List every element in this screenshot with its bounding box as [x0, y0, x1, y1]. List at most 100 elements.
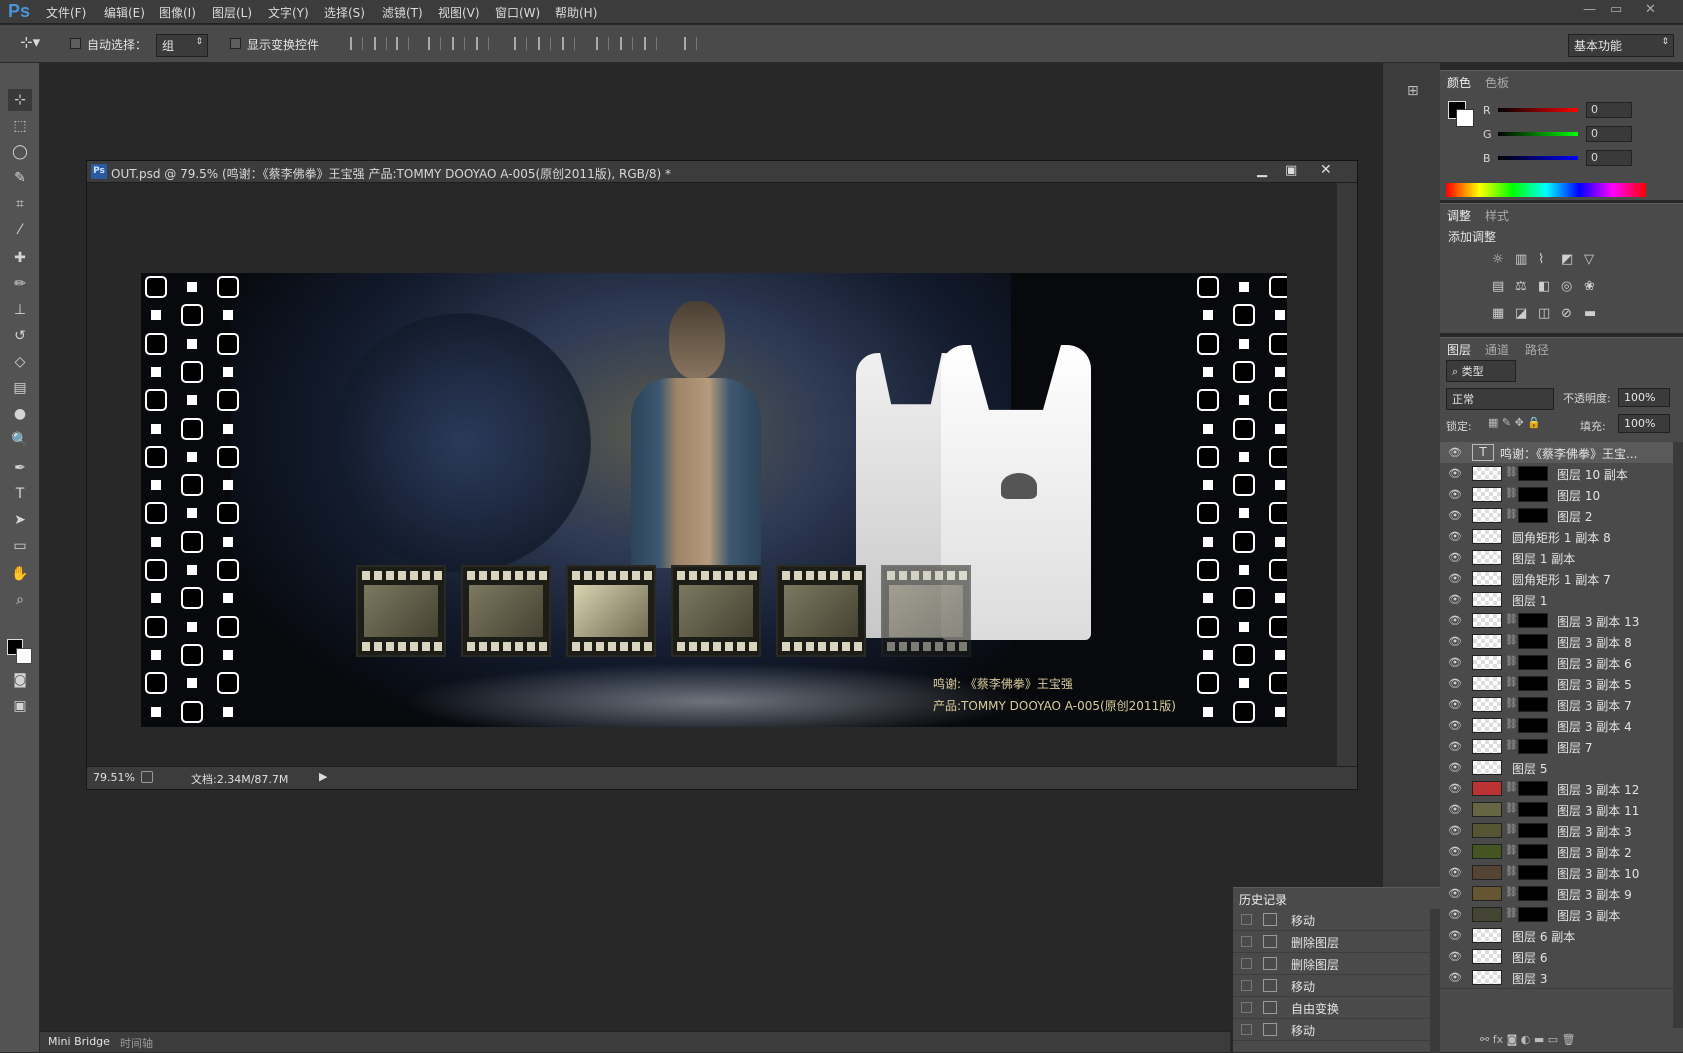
blur-tool-icon[interactable]: ● — [8, 403, 32, 425]
layer-row[interactable]: 👁 ⛓ 图层 3 副本 13 — [1440, 610, 1673, 632]
g-value[interactable]: 0 — [1586, 126, 1632, 142]
eye-icon[interactable]: 👁 — [1448, 572, 1462, 585]
workspace-dropdown[interactable]: 基本功能 ⇕ — [1568, 34, 1674, 57]
g-slider[interactable] — [1498, 132, 1578, 136]
eye-icon[interactable]: 👁 — [1448, 782, 1462, 795]
quick-mask-icon[interactable]: ◙ — [8, 669, 32, 691]
layer-row[interactable]: 👁 ⛓ 图层 3 副本 9 — [1440, 883, 1673, 905]
eye-icon[interactable]: 👁 — [1448, 446, 1462, 459]
clone-stamp-tool-icon[interactable]: ⊥ — [8, 299, 32, 321]
close-button[interactable]: ✕ — [1645, 2, 1656, 17]
menu-item[interactable]: 帮助(H) — [555, 4, 597, 21]
align-icon[interactable] — [562, 37, 575, 50]
history-checkbox[interactable] — [1241, 936, 1252, 947]
show-transform-checkbox[interactable] — [230, 38, 241, 49]
align-icon[interactable] — [684, 37, 697, 50]
auto-select-dropdown[interactable]: 组 ⇕ — [156, 34, 208, 57]
layer-row[interactable]: 👁 ⛓ 图层 3 副本 2 — [1440, 841, 1673, 863]
quick-select-tool-icon[interactable]: ✎ — [8, 167, 32, 189]
channel-mixer-icon[interactable]: ❀ — [1584, 279, 1595, 294]
healing-brush-tool-icon[interactable]: ✚ — [8, 247, 32, 269]
tab-layers[interactable]: 图层 — [1447, 341, 1471, 358]
move-tool-icon[interactable]: ⊹ — [8, 89, 32, 111]
blend-mode-dropdown[interactable]: 正常 — [1446, 388, 1554, 410]
restore-button[interactable]: ▭ — [1610, 2, 1622, 17]
path-selection-tool-icon[interactable]: ➤ — [8, 509, 32, 531]
eye-icon[interactable]: 👁 — [1448, 929, 1462, 942]
brightness-icon[interactable]: ☼ — [1492, 252, 1504, 267]
zoom-tool-icon[interactable]: ⌕ — [8, 589, 32, 611]
menu-item[interactable]: 文字(Y) — [268, 4, 309, 21]
align-icon[interactable] — [514, 37, 527, 50]
layer-row[interactable]: 👁 ⛓ 图层 10 — [1440, 484, 1673, 506]
menu-item[interactable]: 视图(V) — [438, 4, 480, 21]
move-tool-preset-icon[interactable]: ⊹▾ — [20, 33, 40, 51]
layer-row[interactable]: 👁 ⛓ 图层 3 副本 6 — [1440, 652, 1673, 674]
layer-row[interactable]: 👁 ⛓ 图层 3 副本 7 — [1440, 694, 1673, 716]
eye-icon[interactable]: 👁 — [1448, 971, 1462, 984]
levels-icon[interactable]: ▥ — [1515, 252, 1527, 267]
layer-row[interactable]: 👁 ⛓ 图层 3 副本 11 — [1440, 799, 1673, 821]
align-icon[interactable] — [476, 37, 489, 50]
layer-row[interactable]: 👁 ⛓ 图层 3 副本 10 — [1440, 862, 1673, 884]
tab-color[interactable]: 颜色 — [1447, 74, 1471, 91]
layer-row[interactable]: 👁 图层 3 — [1440, 967, 1673, 989]
bw-icon[interactable]: ◧ — [1538, 279, 1550, 294]
align-icon[interactable] — [596, 37, 609, 50]
hue-icon[interactable]: ▤ — [1492, 279, 1504, 294]
history-item[interactable]: 移动 — [1233, 975, 1430, 997]
tab-timeline[interactable]: 时间轴 — [120, 1035, 153, 1051]
photo-filter-icon[interactable]: ◎ — [1561, 279, 1572, 294]
layers-scrollbar[interactable] — [1673, 442, 1683, 1028]
history-checkbox[interactable] — [1241, 1002, 1252, 1013]
hand-tool-icon[interactable]: ✋ — [8, 563, 32, 585]
exposure-icon[interactable]: ◩ — [1561, 252, 1573, 267]
doc-close-icon[interactable]: ✕ — [1320, 162, 1332, 178]
history-checkbox[interactable] — [1241, 914, 1252, 925]
menu-item[interactable]: 选择(S) — [324, 4, 365, 21]
tab-mini-bridge[interactable]: Mini Bridge — [48, 1035, 110, 1048]
tab-paths[interactable]: 路径 — [1525, 341, 1549, 358]
posterize-icon[interactable]: ◫ — [1538, 306, 1550, 321]
eye-icon[interactable]: 👁 — [1448, 614, 1462, 627]
eye-icon[interactable]: 👁 — [1448, 593, 1462, 606]
dodge-tool-icon[interactable]: 🔍 — [8, 429, 32, 451]
history-brush-tool-icon[interactable]: ↺ — [8, 325, 32, 347]
screen-mode-icon[interactable]: ▣ — [8, 695, 32, 717]
eye-icon[interactable]: 👁 — [1448, 740, 1462, 753]
history-item[interactable]: 移动 — [1233, 909, 1430, 931]
layer-row[interactable]: 👁 图层 1 副本 — [1440, 547, 1673, 569]
align-icon[interactable] — [538, 37, 551, 50]
r-slider[interactable] — [1498, 108, 1578, 112]
layer-row[interactable]: 👁 图层 5 — [1440, 757, 1673, 779]
shape-tool-icon[interactable]: ▭ — [8, 535, 32, 557]
brush-tool-icon[interactable]: ✏ — [8, 273, 32, 295]
threshold-icon[interactable]: ⊘ — [1561, 306, 1572, 321]
vibrance-icon[interactable]: ▽ — [1584, 252, 1594, 267]
align-icon[interactable] — [644, 37, 657, 50]
minimize-button[interactable]: — — [1583, 2, 1596, 17]
eye-icon[interactable]: 👁 — [1448, 908, 1462, 921]
zoom-level[interactable]: 79.51% — [93, 771, 135, 784]
doc-maximize-icon[interactable]: ▣ — [1285, 163, 1297, 178]
layer-row[interactable]: 👁 ⛓ 图层 2 — [1440, 505, 1673, 527]
layer-row[interactable]: 👁 图层 6 副本 — [1440, 925, 1673, 947]
eye-icon[interactable]: 👁 — [1448, 824, 1462, 837]
collapsed-panel-icon[interactable]: ⊞ — [1407, 83, 1419, 99]
eyedropper-tool-icon[interactable]: ⁄ — [8, 219, 32, 241]
layer-footer-icons[interactable]: ⚯ fx ◙ ◐ ▬ ▭ 🗑 — [1480, 1033, 1576, 1046]
color-balance-icon[interactable]: ⚖ — [1515, 279, 1527, 294]
b-value[interactable]: 0 — [1586, 150, 1632, 166]
tab-styles[interactable]: 样式 — [1485, 207, 1509, 224]
align-icon[interactable] — [374, 37, 387, 50]
eye-icon[interactable]: 👁 — [1448, 656, 1462, 669]
eye-icon[interactable]: 👁 — [1448, 761, 1462, 774]
curves-icon[interactable]: ⌇ — [1538, 252, 1544, 267]
layer-row[interactable]: 👁 ⛓ 图层 3 副本 8 — [1440, 631, 1673, 653]
lasso-tool-icon[interactable]: ◯ — [8, 141, 32, 163]
eye-icon[interactable]: 👁 — [1448, 698, 1462, 711]
canvas-area[interactable]: 鸣谢: 《蔡李佛拳》王宝强 产品:TOMMY DOOYAO A-005(原创20… — [87, 183, 1337, 766]
eye-icon[interactable]: 👁 — [1448, 551, 1462, 564]
opacity-input[interactable]: 100% — [1618, 388, 1670, 407]
history-item[interactable]: 自由变换 — [1233, 997, 1430, 1019]
